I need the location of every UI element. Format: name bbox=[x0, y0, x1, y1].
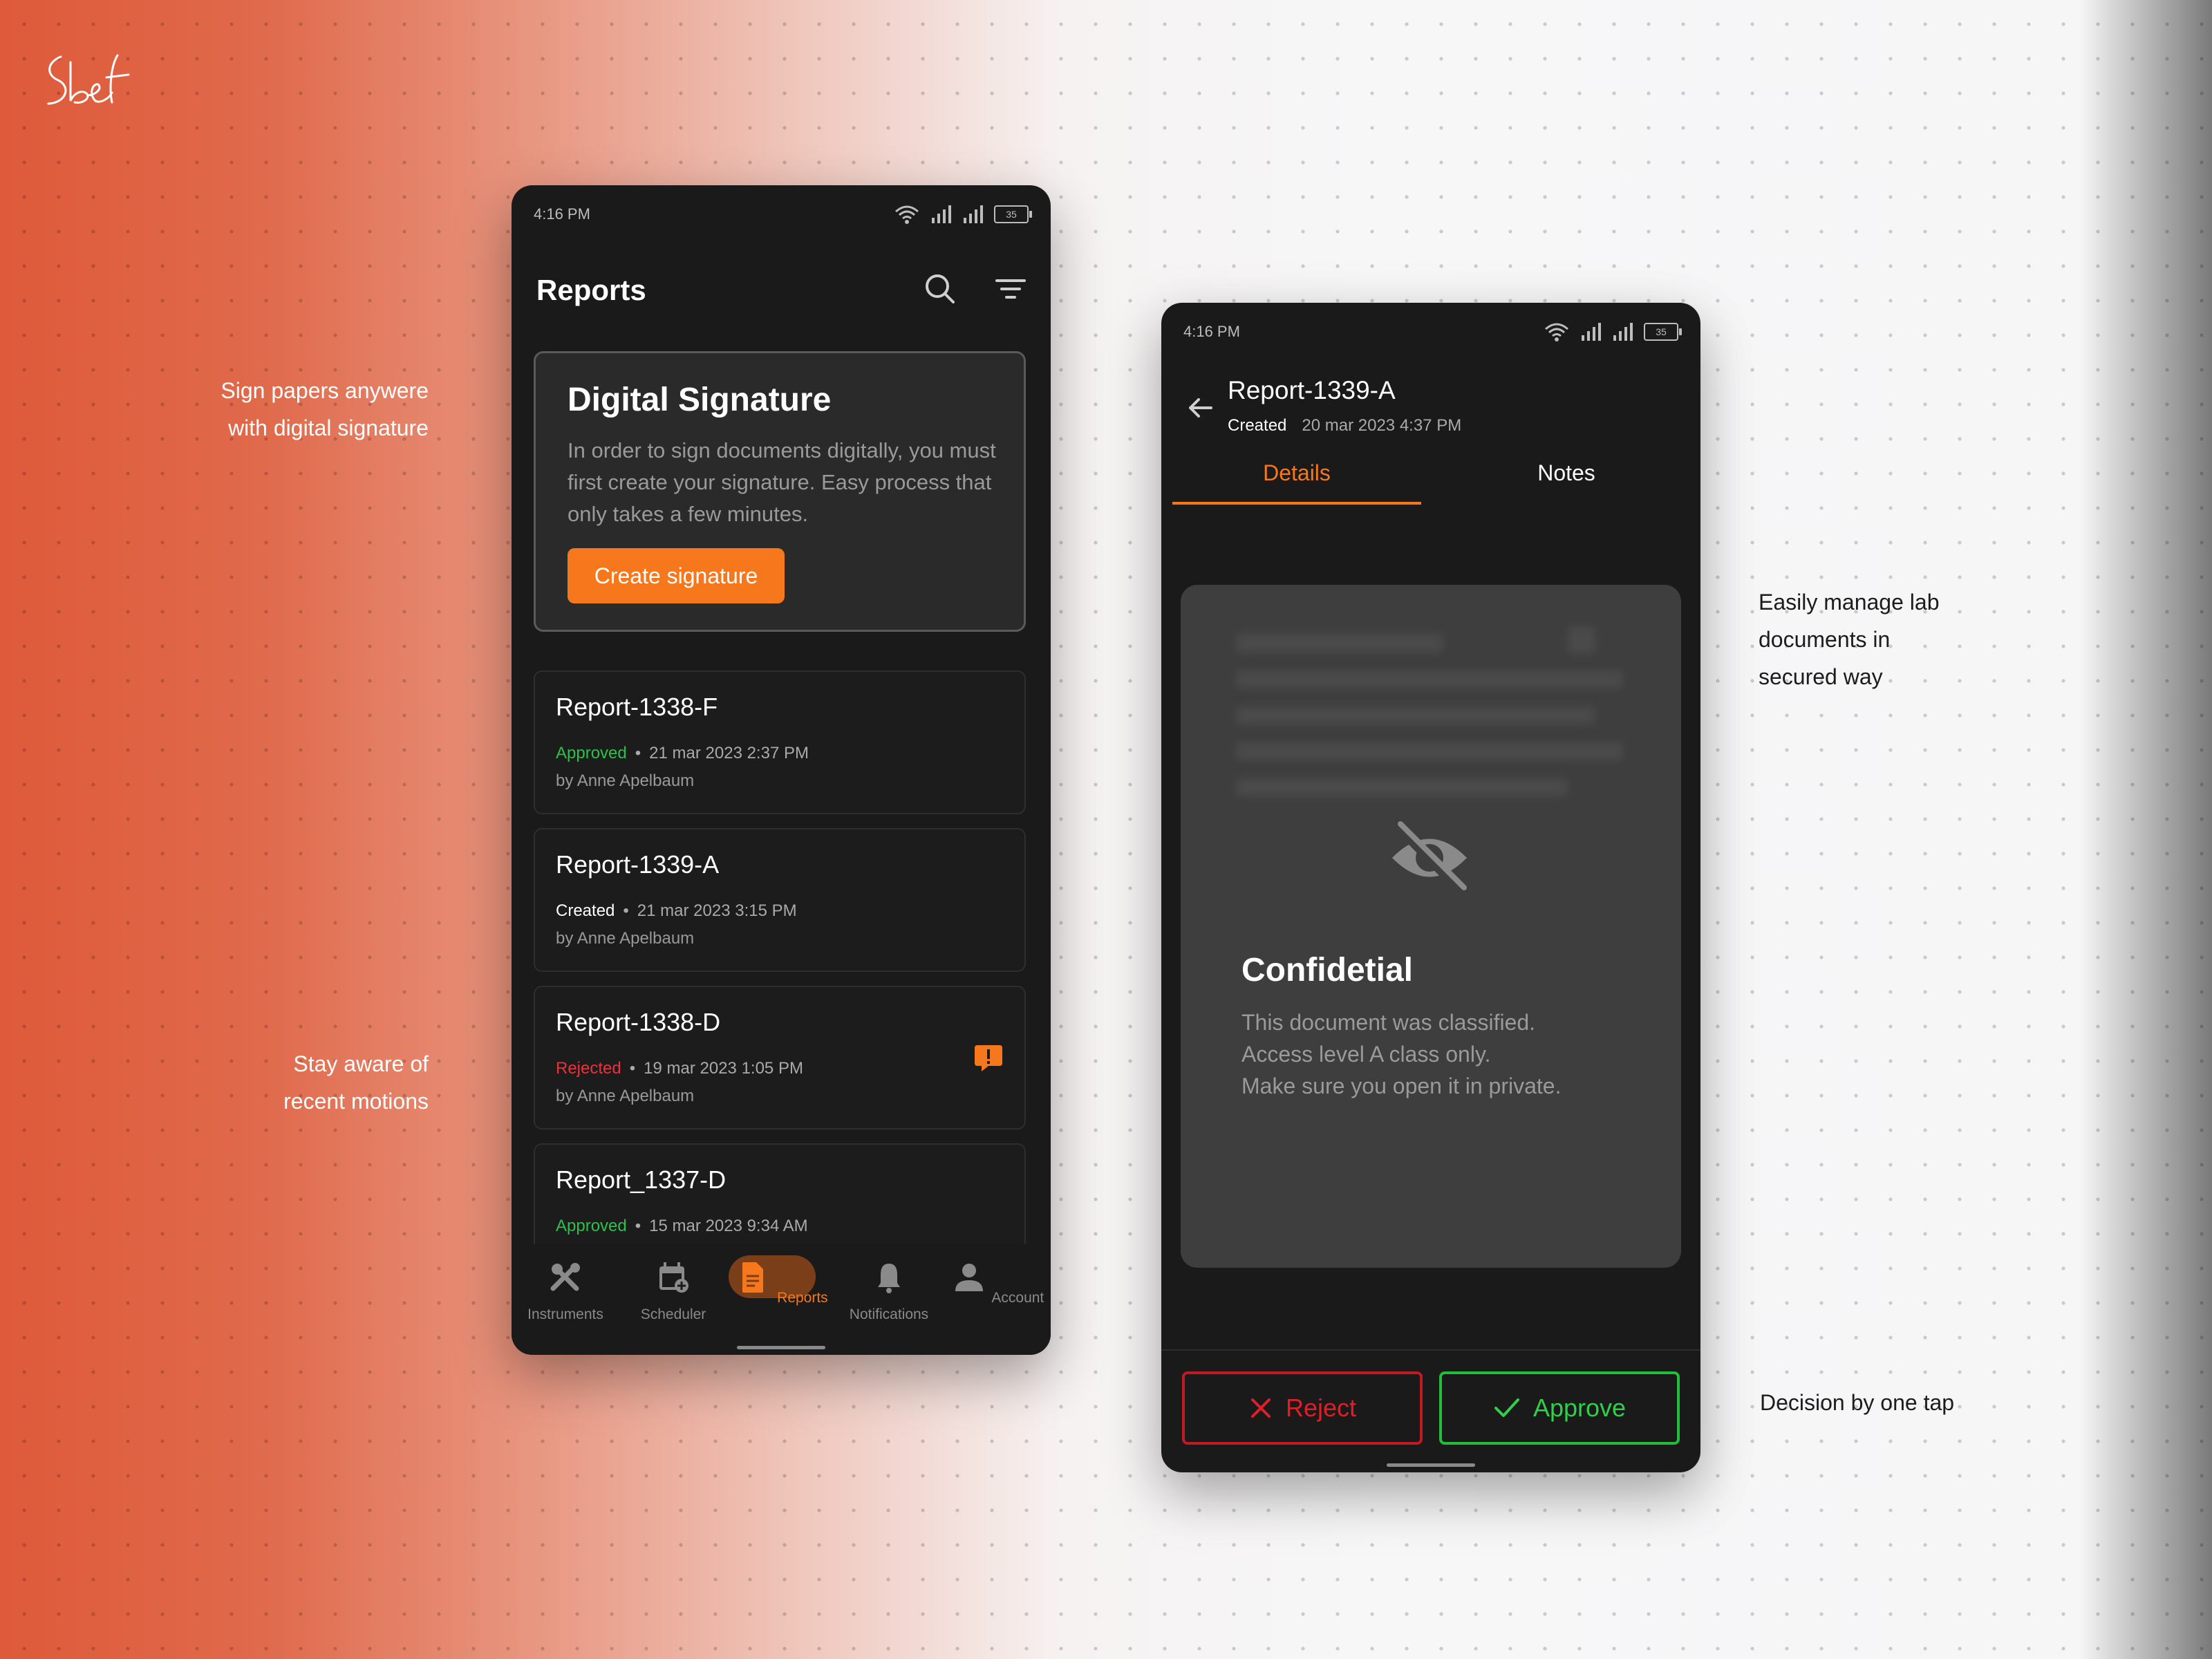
report-detail-phone: 4:16 PM 35 Report-1339-A Created 20 mar … bbox=[1161, 303, 1700, 1472]
report-card[interactable]: Report-1339-A Created • 21 mar 2023 3:15… bbox=[534, 828, 1026, 972]
alert-icon bbox=[975, 1045, 1002, 1071]
nav-label: Account bbox=[991, 1290, 1044, 1306]
nav-label: Reports bbox=[777, 1290, 828, 1306]
search-icon[interactable] bbox=[922, 271, 958, 307]
calendar-add-icon bbox=[659, 1262, 688, 1293]
signature-card-title: Digital Signature bbox=[568, 382, 832, 418]
blurred-text bbox=[1236, 633, 1443, 653]
nav-instruments[interactable]: Instruments bbox=[512, 1258, 619, 1323]
report-author: by Anne Apelbaum bbox=[556, 1087, 695, 1105]
report-status: Approved bbox=[556, 744, 627, 762]
home-indicator bbox=[737, 1346, 825, 1349]
wifi-icon bbox=[1545, 323, 1568, 341]
status-time: 4:16 PM bbox=[534, 205, 590, 223]
report-meta: Approved • 15 mar 2023 9:34 AM bbox=[556, 1217, 808, 1236]
report-name: Report_1337-D bbox=[556, 1165, 727, 1194]
report-status: Created bbox=[1228, 416, 1287, 435]
report-name: Report-1339-A bbox=[556, 850, 720, 879]
status-time: 4:16 PM bbox=[1183, 323, 1240, 340]
report-meta: Created • 21 mar 2023 3:15 PM bbox=[556, 901, 797, 921]
tools-icon bbox=[550, 1263, 580, 1291]
battery-icon: 35 bbox=[994, 205, 1032, 223]
annotation-manage: Easily manage lab documents in secured w… bbox=[1759, 590, 1940, 689]
eye-off-icon bbox=[1392, 821, 1467, 894]
meta-separator: • bbox=[635, 744, 641, 762]
report-name: Report-1338-F bbox=[556, 693, 718, 721]
reject-button[interactable]: Reject bbox=[1182, 1371, 1423, 1445]
report-name: Report-1338-D bbox=[556, 1008, 721, 1036]
confidential-text: This document was classified. Access lev… bbox=[1241, 1010, 1562, 1098]
report-date: 15 mar 2023 9:34 AM bbox=[649, 1217, 808, 1235]
report-status: Approved bbox=[556, 1217, 627, 1235]
nav-label: Instruments bbox=[527, 1306, 603, 1322]
digital-signature-card: Digital Signature In order to sign docum… bbox=[534, 351, 1026, 632]
report-date: 21 mar 2023 3:15 PM bbox=[637, 901, 797, 920]
bottom-nav: Instruments Scheduler Reports Notificati… bbox=[512, 1244, 1051, 1355]
page-title: Reports bbox=[536, 274, 646, 306]
blurred-text bbox=[1236, 706, 1595, 724]
report-date: 20 mar 2023 4:37 PM bbox=[1302, 416, 1462, 435]
report-meta: Approved • 21 mar 2023 2:37 PM bbox=[556, 744, 809, 763]
report-date: 21 mar 2023 2:37 PM bbox=[649, 744, 809, 762]
confidential-title: Confidetial bbox=[1241, 952, 1413, 988]
document-icon bbox=[742, 1262, 764, 1293]
back-arrow-icon[interactable] bbox=[1185, 393, 1215, 423]
report-title: Report-1339-A bbox=[1228, 376, 1396, 404]
report-card[interactable]: Report-1338-F Approved • 21 mar 2023 2:3… bbox=[534, 671, 1026, 814]
create-signature-button[interactable]: Create signature bbox=[568, 548, 785, 603]
signal-icon bbox=[932, 205, 951, 223]
tab-details[interactable]: Details bbox=[1172, 460, 1421, 486]
person-icon bbox=[955, 1264, 983, 1291]
blurred-text bbox=[1236, 671, 1623, 688]
reports-phone: 4:16 PM 35 Reports Digital Signature In … bbox=[512, 185, 1051, 1355]
brand-signature-logo bbox=[47, 54, 130, 105]
report-status: Created bbox=[556, 901, 615, 920]
battery-icon: 35 bbox=[1644, 323, 1682, 341]
bell-icon bbox=[878, 1264, 900, 1293]
meta-separator: • bbox=[635, 1217, 641, 1235]
nav-label: Notifications bbox=[849, 1306, 929, 1322]
blurred-text bbox=[1236, 778, 1568, 796]
home-indicator bbox=[1387, 1463, 1475, 1467]
filter-icon[interactable] bbox=[993, 271, 1029, 307]
report-meta: Rejected • 19 mar 2023 1:05 PM bbox=[556, 1059, 803, 1078]
annotation-aware: Stay aware of recent motions bbox=[283, 1051, 429, 1114]
signal-icon-2 bbox=[964, 205, 983, 223]
meta-separator: • bbox=[623, 901, 629, 920]
report-date: 19 mar 2023 1:05 PM bbox=[644, 1059, 803, 1078]
report-card[interactable]: Report-1338-D Rejected • 19 mar 2023 1:0… bbox=[534, 986, 1026, 1130]
nav-scheduler[interactable]: Scheduler bbox=[619, 1258, 727, 1323]
signal-icon bbox=[1582, 323, 1601, 341]
meta-separator: • bbox=[629, 1059, 636, 1078]
blurred-text bbox=[1568, 626, 1595, 654]
annotation-decision: Decision by one tap bbox=[1760, 1390, 1955, 1415]
nav-notifications[interactable]: Notifications bbox=[835, 1258, 943, 1323]
status-bar: 4:16 PM 35 bbox=[534, 200, 1032, 228]
signature-card-text: In order to sign documents digitally, yo… bbox=[568, 438, 996, 526]
tab-notes[interactable]: Notes bbox=[1442, 460, 1691, 486]
report-author: by Anne Apelbaum bbox=[556, 771, 695, 790]
nav-account[interactable]: Account bbox=[943, 1258, 1051, 1306]
wifi-icon bbox=[895, 205, 919, 224]
status-bar: 4:16 PM 35 bbox=[1183, 318, 1682, 346]
approve-button[interactable]: Approve bbox=[1439, 1371, 1680, 1445]
nav-label: Scheduler bbox=[640, 1306, 706, 1322]
check-icon bbox=[1494, 1398, 1519, 1417]
annotation-sign: Sign papers anywere with digital signatu… bbox=[221, 378, 429, 440]
action-divider bbox=[1161, 1349, 1700, 1351]
signal-icon-2 bbox=[1613, 323, 1633, 341]
close-icon bbox=[1250, 1398, 1271, 1418]
report-meta: Created 20 mar 2023 4:37 PM bbox=[1228, 416, 1461, 435]
approve-label: Approve bbox=[1533, 1394, 1627, 1422]
report-author: by Anne Apelbaum bbox=[556, 929, 695, 948]
report-status: Rejected bbox=[556, 1059, 621, 1078]
active-tab-indicator bbox=[1172, 502, 1421, 505]
reject-label: Reject bbox=[1285, 1394, 1357, 1422]
nav-reports[interactable]: Reports bbox=[727, 1255, 835, 1306]
confidential-panel: Confidetial This document was classified… bbox=[1181, 585, 1681, 1268]
blurred-text bbox=[1236, 742, 1623, 760]
